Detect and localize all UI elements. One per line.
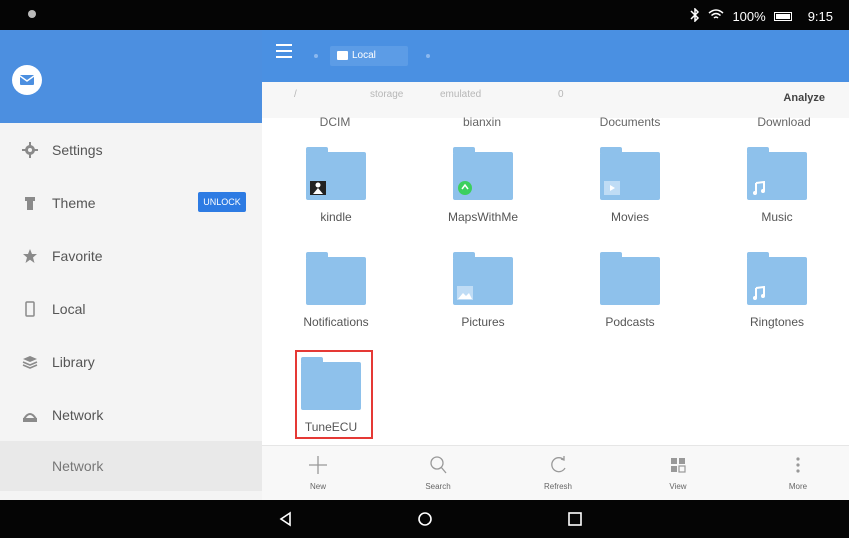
folder-item-music[interactable]: Music [707, 130, 847, 235]
folder-item-pictures[interactable]: Pictures [413, 235, 553, 340]
sidebar-item-label: Local [52, 300, 86, 317]
battery-icon [773, 12, 792, 21]
folder-label[interactable]: bianxin [463, 115, 501, 129]
library-icon [22, 354, 38, 370]
path-segment[interactable]: storage [370, 89, 403, 100]
mail-icon [20, 75, 34, 85]
battery-percent: 100% [732, 9, 766, 24]
folder-item-kindle[interactable]: kindle [266, 130, 406, 235]
more-button[interactable]: More [758, 454, 838, 491]
folder-icon [453, 252, 513, 305]
wifi-icon [708, 9, 724, 24]
search-icon [398, 454, 478, 480]
folder-label: MapsWithMe [447, 210, 518, 224]
folder-icon [306, 147, 366, 200]
sidebar-subitem-network[interactable]: Network [0, 441, 262, 491]
app-bar: Local [262, 30, 849, 82]
menu-icon[interactable] [276, 44, 292, 58]
maps-icon [458, 181, 472, 195]
network-icon [22, 407, 38, 423]
breadcrumb-local[interactable]: Local [330, 46, 408, 66]
sidebar-item-label: Network [52, 406, 104, 423]
music-icon [753, 181, 765, 195]
folder-icon [747, 147, 807, 200]
folder-icon [306, 252, 366, 305]
sidebar-item-library[interactable]: Library [0, 335, 262, 388]
status-bar: 100% 9:15 [0, 0, 849, 30]
more-vert-icon [758, 454, 838, 480]
system-nav-bar [0, 500, 849, 538]
sidebar-item-label: Favorite [52, 247, 103, 264]
sidebar-item-network[interactable]: Network [0, 388, 262, 441]
plus-icon [278, 454, 358, 480]
view-button[interactable]: View [638, 454, 718, 491]
folder-label[interactable]: Documents [600, 115, 661, 129]
folder-icon [600, 252, 660, 305]
folder-label: kindle [320, 210, 352, 224]
phone-icon [22, 300, 38, 317]
drawer-list: Settings Theme UNLOCK Favorite Local Lib… [0, 123, 262, 491]
folder-item-podcasts[interactable]: Podcasts [560, 235, 700, 340]
folder-label: Music [761, 210, 793, 224]
refresh-button[interactable]: Refresh [518, 454, 598, 491]
breadcrumb-separator [426, 54, 430, 58]
folder-item-ringtones[interactable]: Ringtones [707, 235, 847, 340]
star-icon [22, 248, 38, 264]
analyze-button[interactable]: Analyze [783, 92, 825, 104]
notification-icon [28, 10, 36, 18]
status-icons: 100% 9:15 [690, 7, 833, 25]
sidebar-item-favorite[interactable]: Favorite [0, 229, 262, 282]
home-icon[interactable] [415, 509, 435, 529]
scrolled-row: DCIM bianxin Documents Download [262, 112, 849, 130]
breadcrumb-separator [314, 54, 318, 58]
folder-label: Movies [610, 210, 649, 224]
sidebar-item-local[interactable]: Local [0, 282, 262, 335]
bottom-toolbar: New Search Refresh View More [262, 445, 849, 500]
folder-label: Notifications [303, 315, 369, 329]
selection-highlight [295, 350, 373, 439]
unlock-button[interactable]: UNLOCK [198, 192, 246, 212]
sidebar-item-label: Library [52, 353, 95, 370]
bluetooth-icon [690, 7, 700, 25]
path-segment[interactable]: emulated [440, 89, 481, 100]
grid-view-icon [638, 454, 718, 480]
music-icon [753, 286, 765, 300]
theme-icon [22, 195, 38, 211]
image-icon [457, 286, 473, 300]
folder-item-movies[interactable]: Movies [560, 130, 700, 235]
back-icon[interactable] [276, 509, 296, 529]
folder-icon [453, 147, 513, 200]
sidebar-item-label: Network [52, 458, 104, 474]
gear-icon [22, 141, 38, 158]
sidebar-item-settings[interactable]: Settings [0, 123, 262, 176]
new-button[interactable]: New [278, 454, 358, 491]
folder-label: Pictures [461, 315, 505, 329]
folder-icon [600, 147, 660, 200]
path-segment[interactable]: 0 [558, 89, 564, 100]
folder-label: Podcasts [605, 315, 655, 329]
kindle-icon [310, 181, 326, 195]
folder-icon [747, 252, 807, 305]
refresh-icon [518, 454, 598, 480]
sidebar-item-theme[interactable]: Theme UNLOCK [0, 176, 262, 229]
folder-label[interactable]: DCIM [320, 115, 351, 129]
navigation-drawer: Settings Theme UNLOCK Favorite Local Lib… [0, 30, 262, 500]
sidebar-item-label: Theme [52, 194, 96, 211]
folder-label: Ringtones [749, 315, 805, 329]
sidebar-item-label: Settings [52, 141, 103, 158]
folder-item-notifications[interactable]: Notifications [266, 235, 406, 340]
account-avatar[interactable] [12, 65, 42, 95]
recents-icon[interactable] [565, 509, 585, 529]
play-icon [604, 181, 620, 195]
drawer-header [0, 30, 262, 123]
path-segment[interactable]: / [294, 89, 297, 100]
folder-icon [337, 51, 348, 60]
folder-label[interactable]: Download [757, 115, 810, 129]
search-button[interactable]: Search [398, 454, 478, 491]
clock: 9:15 [807, 9, 833, 24]
folder-item-mapswithme[interactable]: MapsWithMe [413, 130, 553, 235]
